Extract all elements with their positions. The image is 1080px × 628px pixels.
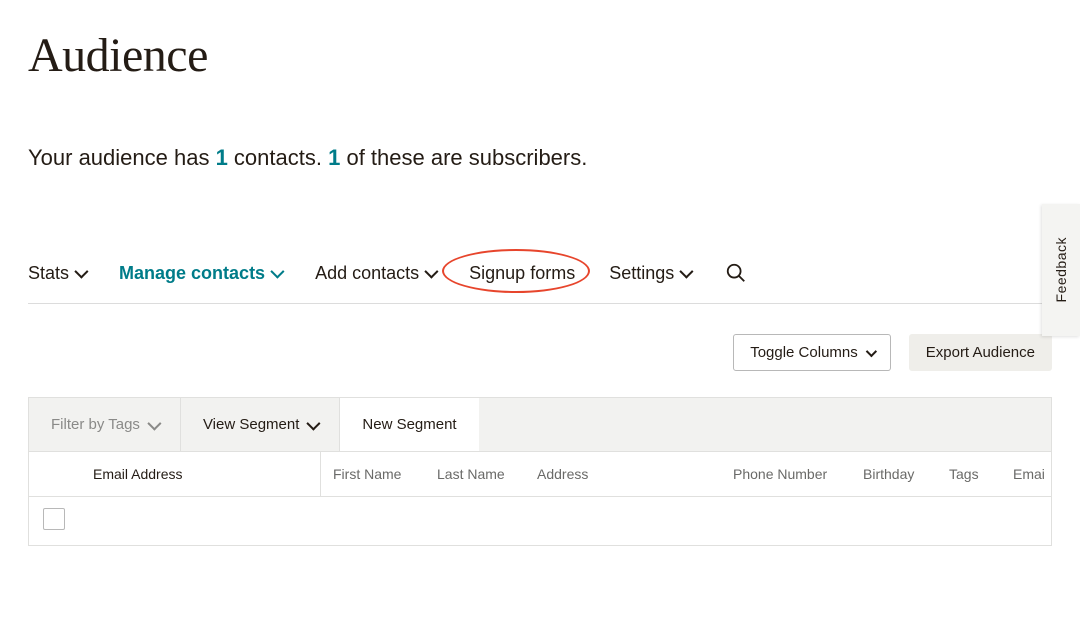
header-address[interactable]: Address: [525, 452, 721, 496]
tab-add-contacts-label: Add contacts: [315, 263, 419, 284]
page-title: Audience: [28, 28, 1080, 83]
table-actions: Toggle Columns Export Audience: [28, 334, 1052, 371]
tab-add-contacts[interactable]: Add contacts: [315, 263, 435, 284]
chevron-down-icon: [866, 345, 877, 356]
table-header-row: Email Address First Name Last Name Addre…: [29, 452, 1051, 497]
tab-stats[interactable]: Stats: [28, 263, 85, 284]
tab-settings-label: Settings: [609, 263, 674, 284]
row-checkbox[interactable]: [43, 508, 65, 530]
tab-manage-contacts[interactable]: Manage contacts: [119, 263, 281, 284]
chevron-down-icon: [424, 265, 438, 279]
new-segment-button[interactable]: New Segment: [340, 398, 478, 451]
contacts-table: Email Address First Name Last Name Addre…: [28, 451, 1052, 546]
header-phone[interactable]: Phone Number: [721, 452, 851, 496]
feedback-label: Feedback: [1053, 237, 1069, 302]
chevron-down-icon: [307, 416, 321, 430]
toggle-columns-button[interactable]: Toggle Columns: [733, 334, 891, 371]
tab-signup-forms[interactable]: Signup forms: [469, 263, 575, 284]
export-audience-button[interactable]: Export Audience: [909, 334, 1052, 371]
audience-summary: Your audience has 1 contacts. 1 of these…: [28, 145, 1080, 171]
new-segment-label: New Segment: [362, 416, 456, 433]
filter-by-tags[interactable]: Filter by Tags: [29, 398, 181, 451]
tab-stats-label: Stats: [28, 263, 69, 284]
filter-by-tags-label: Filter by Tags: [51, 416, 140, 433]
view-segment-label: View Segment: [203, 416, 299, 433]
export-audience-label: Export Audience: [926, 344, 1035, 361]
search-icon: [725, 262, 747, 284]
filter-bar: Filter by Tags View Segment New Segment: [28, 397, 1052, 451]
subscriber-count: 1: [328, 145, 340, 170]
header-tags[interactable]: Tags: [937, 452, 1001, 496]
search-button[interactable]: [724, 261, 748, 285]
tab-signup-forms-label: Signup forms: [469, 263, 575, 284]
contact-count: 1: [216, 145, 228, 170]
header-birthday[interactable]: Birthday: [851, 452, 937, 496]
feedback-tab[interactable]: Feedback: [1042, 204, 1080, 336]
summary-suffix: of these are subscribers.: [340, 145, 587, 170]
tab-settings[interactable]: Settings: [609, 263, 690, 284]
chevron-down-icon: [147, 416, 161, 430]
chevron-down-icon: [680, 265, 694, 279]
tab-manage-contacts-label: Manage contacts: [119, 263, 265, 284]
view-segment[interactable]: View Segment: [181, 398, 340, 451]
chevron-down-icon: [270, 265, 284, 279]
header-email[interactable]: Email Address: [81, 452, 321, 496]
summary-mid: contacts.: [228, 145, 328, 170]
toggle-columns-label: Toggle Columns: [750, 344, 858, 361]
table-row[interactable]: [29, 497, 1051, 545]
summary-prefix: Your audience has: [28, 145, 216, 170]
header-first-name[interactable]: First Name: [321, 452, 425, 496]
audience-tabs: Stats Manage contacts Add contacts Signu…: [28, 261, 1052, 304]
header-last-name[interactable]: Last Name: [425, 452, 525, 496]
chevron-down-icon: [74, 265, 88, 279]
header-email-truncated[interactable]: Emai: [1001, 452, 1041, 496]
header-checkbox-col: [29, 460, 81, 488]
